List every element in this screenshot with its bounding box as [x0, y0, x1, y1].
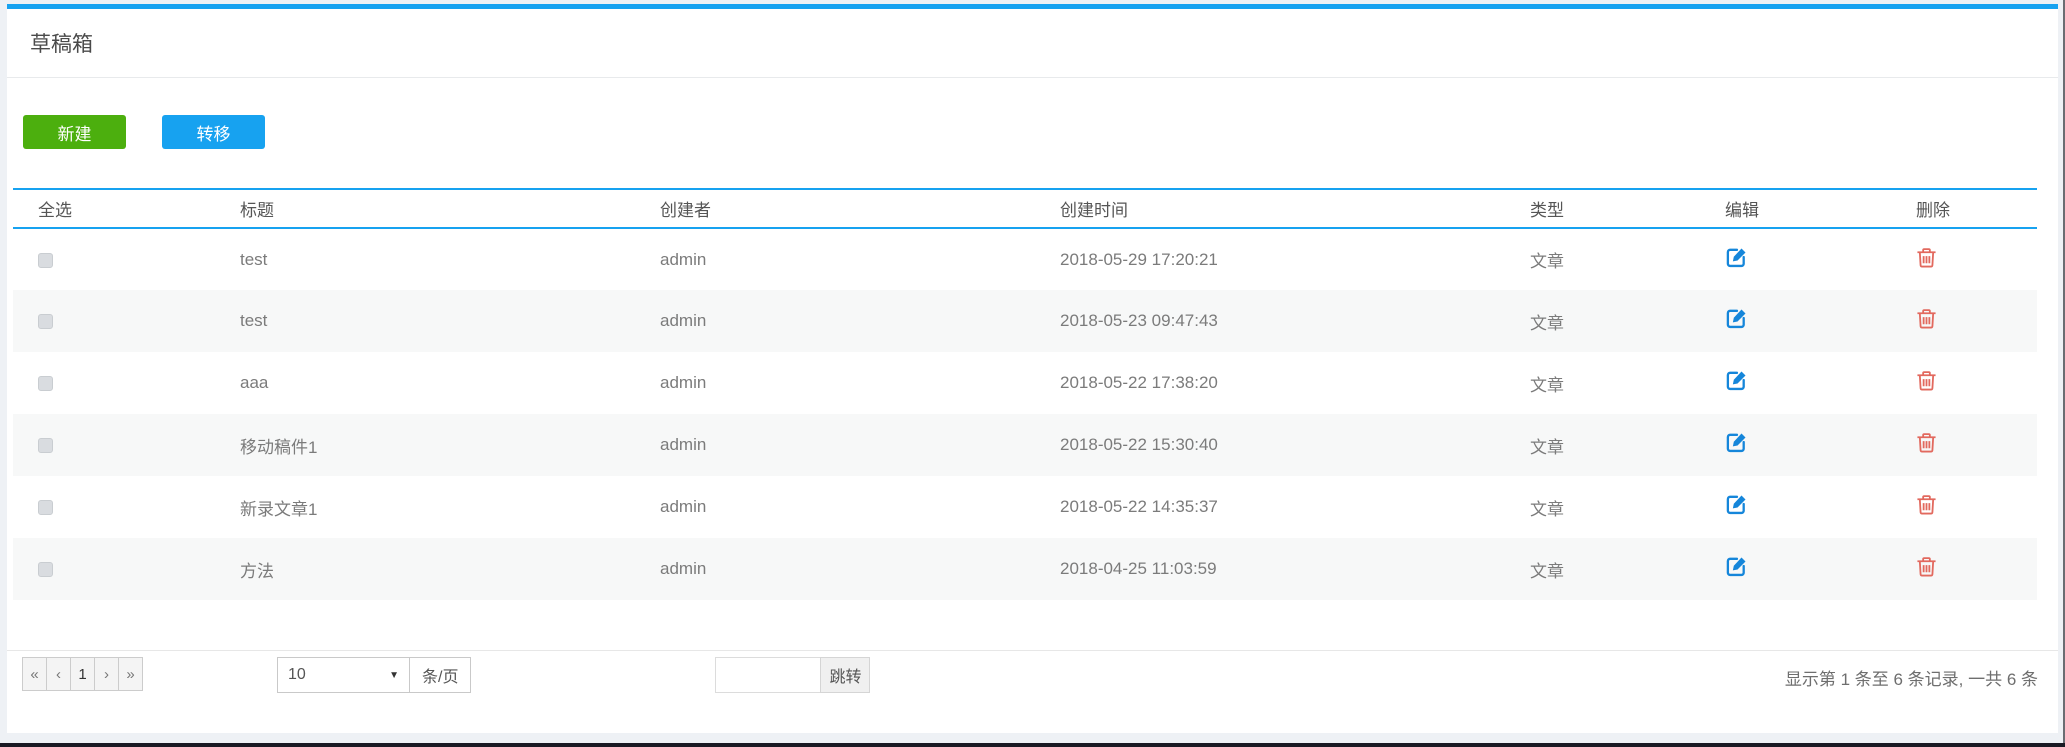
draft-title-cell: test [240, 249, 268, 269]
type-cell: 文章 [1530, 313, 1564, 333]
trash-icon [1916, 371, 1937, 395]
chevron-down-icon: ▼ [389, 669, 399, 681]
per-page-label: 条/页 [409, 657, 472, 693]
toolbar: 新建 转移 [23, 115, 2058, 149]
created-time-cell: 2018-05-22 15:30:40 [1060, 435, 1218, 454]
draft-box-panel: 草稿箱 新建 转移 全选 标题 创建者 创建时间 类型 编辑 删除 test a… [7, 4, 2058, 733]
transfer-button[interactable]: 转移 [162, 115, 265, 149]
next-page-button[interactable]: › [94, 657, 119, 691]
jump-page-input[interactable] [715, 657, 822, 693]
table-row: 方法 admin 2018-04-25 11:03:59 文章 [13, 538, 2037, 600]
draft-title-cell: 新录文章1 [240, 499, 318, 519]
delete-button[interactable] [1916, 431, 1937, 454]
page-number-button[interactable]: 1 [70, 657, 95, 691]
edit-button[interactable] [1725, 493, 1748, 516]
edit-button[interactable] [1725, 555, 1748, 578]
new-button[interactable]: 新建 [23, 115, 126, 149]
edit-button[interactable] [1725, 307, 1748, 330]
type-cell: 文章 [1530, 437, 1564, 457]
edit-pencil-square-icon [1725, 495, 1748, 519]
creator-cell: admin [660, 497, 707, 516]
column-header-select-all: 全选 [13, 188, 240, 229]
trash-icon [1916, 247, 1937, 272]
prev-page-button[interactable]: ‹ [46, 657, 71, 691]
trash-icon [1916, 309, 1937, 333]
created-time-cell: 2018-05-22 17:38:20 [1060, 373, 1218, 392]
drafts-table-wrap: 全选 标题 创建者 创建时间 类型 编辑 删除 test admin 2018-… [13, 188, 2037, 600]
column-header-edit: 编辑 [1725, 188, 1916, 229]
drafts-table: 全选 标题 创建者 创建时间 类型 编辑 删除 test admin 2018-… [13, 188, 2037, 600]
delete-button[interactable] [1916, 369, 1937, 392]
page-size-group: 10 ▼ 条/页 [277, 657, 472, 693]
row-checkbox[interactable] [38, 376, 53, 392]
pagination-bar: « ‹ 1 › » 10 ▼ 条/页 跳转 显示第 1 条至 6 条记录, 一共… [7, 650, 2058, 730]
delete-button[interactable] [1916, 307, 1937, 330]
delete-button[interactable] [1916, 246, 1937, 269]
type-cell: 文章 [1530, 561, 1564, 581]
row-checkbox[interactable] [38, 500, 53, 516]
created-time-cell: 2018-05-22 14:35:37 [1060, 497, 1218, 516]
type-cell: 文章 [1530, 499, 1564, 519]
edit-pencil-square-icon [1725, 371, 1748, 395]
draft-title-cell: 方法 [240, 561, 274, 581]
page-title: 草稿箱 [30, 33, 93, 56]
page-header: 草稿箱 [7, 9, 2058, 78]
edit-pencil-square-icon [1725, 433, 1748, 457]
table-body: test admin 2018-05-29 17:20:21 文章 test a… [13, 228, 2037, 600]
creator-cell: admin [660, 373, 707, 392]
column-header-creator: 创建者 [660, 188, 1060, 229]
created-time-cell: 2018-05-29 17:20:21 [1060, 249, 1218, 269]
creator-cell: admin [660, 249, 707, 269]
jump-group: 跳转 [715, 657, 871, 693]
edit-pencil-square-icon [1725, 309, 1748, 333]
edit-button[interactable] [1725, 431, 1748, 454]
draft-title-cell: 移动稿件1 [240, 437, 318, 457]
creator-cell: admin [660, 311, 707, 330]
trash-icon [1916, 433, 1937, 457]
row-checkbox[interactable] [38, 562, 53, 578]
column-header-type: 类型 [1530, 188, 1725, 229]
column-header-title: 标题 [240, 188, 660, 229]
trash-icon [1916, 557, 1937, 581]
table-row: 新录文章1 admin 2018-05-22 14:35:37 文章 [13, 476, 2037, 538]
first-page-button[interactable]: « [22, 657, 47, 691]
column-header-created-time: 创建时间 [1060, 188, 1530, 229]
column-header-delete: 删除 [1916, 188, 2037, 229]
draft-title-cell: test [240, 311, 268, 330]
page-size-select[interactable]: 10 ▼ [277, 657, 410, 693]
edit-button[interactable] [1725, 246, 1748, 269]
type-cell: 文章 [1530, 375, 1564, 395]
table-row: test admin 2018-05-29 17:20:21 文章 [13, 228, 2037, 290]
edit-pencil-square-icon [1725, 247, 1748, 272]
row-checkbox[interactable] [38, 252, 53, 268]
creator-cell: admin [660, 559, 707, 578]
table-row: aaa admin 2018-05-22 17:38:20 文章 [13, 352, 2037, 414]
type-cell: 文章 [1530, 252, 1564, 271]
delete-button[interactable] [1916, 493, 1937, 516]
row-checkbox[interactable] [38, 438, 53, 454]
row-checkbox[interactable] [38, 314, 53, 330]
creator-cell: admin [660, 435, 707, 454]
last-page-button[interactable]: » [118, 657, 143, 691]
records-summary: 显示第 1 条至 6 条记录, 一共 6 条 [1784, 670, 2038, 689]
table-row: test admin 2018-05-23 09:47:43 文章 [13, 290, 2037, 352]
pager-buttons: « ‹ 1 › » [22, 657, 143, 691]
trash-icon [1916, 495, 1937, 519]
page-size-value: 10 [288, 666, 306, 683]
created-time-cell: 2018-05-23 09:47:43 [1060, 311, 1218, 330]
table-header-row: 全选 标题 创建者 创建时间 类型 编辑 删除 [13, 188, 2037, 229]
draft-title-cell: aaa [240, 373, 269, 392]
edit-button[interactable] [1725, 369, 1748, 392]
created-time-cell: 2018-04-25 11:03:59 [1060, 559, 1217, 578]
edit-pencil-square-icon [1725, 557, 1748, 581]
window-bottom-border [0, 743, 2065, 747]
jump-button[interactable]: 跳转 [820, 657, 871, 693]
table-row: 移动稿件1 admin 2018-05-22 15:30:40 文章 [13, 414, 2037, 476]
delete-button[interactable] [1916, 555, 1937, 578]
